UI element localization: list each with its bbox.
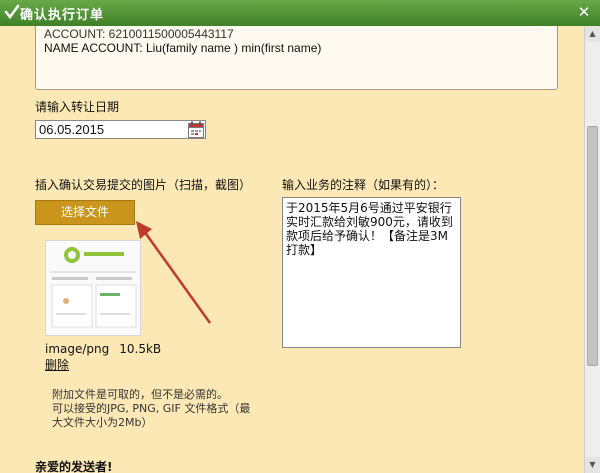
scroll-thumb[interactable] [587, 126, 598, 366]
close-icon: ✕ [577, 3, 591, 21]
scroll-up-icon[interactable]: ▲ [585, 26, 600, 42]
close-button[interactable]: ✕ [576, 3, 592, 21]
form-content: ACCOUNT: 6210011500005443117 NAME ACCOUN… [0, 26, 584, 473]
upload-note-formats: 可以接受的JPG, PNG, GIF 文件格式（最大文件大小为2Mb） [52, 402, 251, 429]
upload-note-optional: 附加文件是可取的，但不是必需的。 [52, 388, 228, 401]
uploaded-image-thumbnail[interactable] [45, 240, 141, 336]
upload-label: 插入确认交易提交的图片（扫描，截图） [35, 178, 252, 192]
title-bar: 确认执行订单 ✕ [0, 0, 600, 27]
choose-file-button[interactable]: 选择文件 [35, 200, 135, 225]
annotation-arrow [136, 221, 212, 324]
notes-label: 输入业务的注释（如果有的）： [282, 178, 445, 192]
account-info-box: ACCOUNT: 6210011500005443117 NAME ACCOUN… [35, 26, 558, 90]
file-meta: image/png 10.5kB [45, 342, 171, 356]
transfer-date-field[interactable]: 06.05.2015 [35, 120, 206, 139]
delete-file-link[interactable]: 删除 [45, 356, 69, 373]
vertical-scrollbar[interactable]: ▲ ▼ [584, 26, 600, 473]
footer-greeting: 亲爱的发送者! [35, 460, 113, 473]
calendar-icon[interactable] [188, 121, 204, 138]
account-number: ACCOUNT: 6210011500005443117 [44, 27, 234, 41]
notes-textarea[interactable]: 于2015年5月6号通过平安银行实时汇款给刘敏900元，请收到款项后给予确认！【… [282, 197, 461, 348]
check-icon [4, 4, 20, 20]
image-preview [46, 241, 140, 335]
upload-note: 附加文件是可取的，但不是必需的。 可以接受的JPG, PNG, GIF 文件格式… [52, 388, 252, 430]
transfer-date-label: 请输入转让日期 [35, 100, 120, 114]
account-name: NAME ACCOUNT: Liu(family name ) min(firs… [44, 41, 322, 55]
window-title: 确认执行订单 [20, 8, 105, 23]
file-type: image/png [45, 342, 110, 356]
file-size: 10.5kB [119, 342, 162, 356]
scroll-down-icon[interactable]: ▼ [585, 457, 600, 473]
